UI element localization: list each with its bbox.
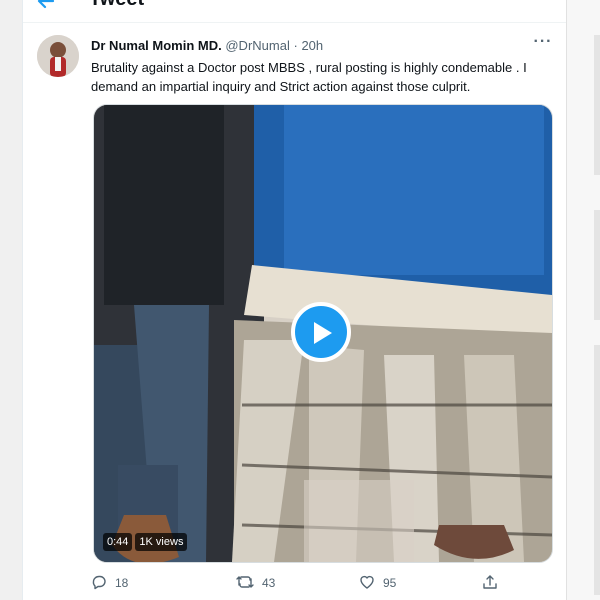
timeline-column: Tweet Dr Numal Momin MD. @DrNumal · 20h … (22, 0, 568, 600)
retweet-icon (236, 574, 262, 593)
author-handle[interactable]: @DrNumal (225, 38, 289, 53)
like-count: 95 (383, 576, 397, 590)
tweet-text-line: demand an impartial inquiry and Strict a… (91, 79, 471, 94)
tweet-header: Tweet (23, 0, 567, 23)
like-icon (359, 574, 383, 593)
back-arrow-icon[interactable] (35, 0, 57, 12)
tweet-text: Brutality against a Doctor post MBBS , r… (91, 58, 561, 96)
tweet-time[interactable]: 20h (301, 38, 323, 53)
separator: · (293, 38, 298, 53)
author-name[interactable]: Dr Numal Momin MD. (91, 38, 222, 53)
right-sidebar-card (594, 345, 600, 595)
share-button[interactable] (482, 571, 506, 595)
reply-button[interactable]: 18 (91, 571, 128, 595)
play-icon[interactable] (291, 302, 351, 362)
reply-count: 18 (115, 576, 129, 590)
right-sidebar-card (594, 35, 600, 175)
tweet-text-line: Brutality against a Doctor post MBBS , r… (91, 60, 527, 75)
reply-icon (91, 574, 115, 593)
page-title: Tweet (89, 0, 144, 11)
tweet-actions: 18 43 95 (91, 571, 511, 595)
tweet[interactable]: Dr Numal Momin MD. @DrNumal · 20h ··· Br… (23, 23, 567, 600)
like-button[interactable]: 95 (359, 571, 396, 595)
avatar[interactable] (37, 35, 79, 77)
retweet-count: 43 (262, 576, 276, 590)
author-row: Dr Numal Momin MD. @DrNumal · 20h (91, 38, 323, 53)
right-sidebar-card (594, 210, 600, 320)
left-sidebar-edge (0, 0, 23, 600)
video-views: 1K views (135, 533, 188, 551)
retweet-button[interactable]: 43 (236, 571, 275, 595)
video-duration: 0:44 (103, 533, 133, 551)
more-icon[interactable]: ··· (531, 33, 555, 50)
video-meta: 0:44 1K views (103, 533, 188, 551)
share-icon (482, 574, 506, 593)
